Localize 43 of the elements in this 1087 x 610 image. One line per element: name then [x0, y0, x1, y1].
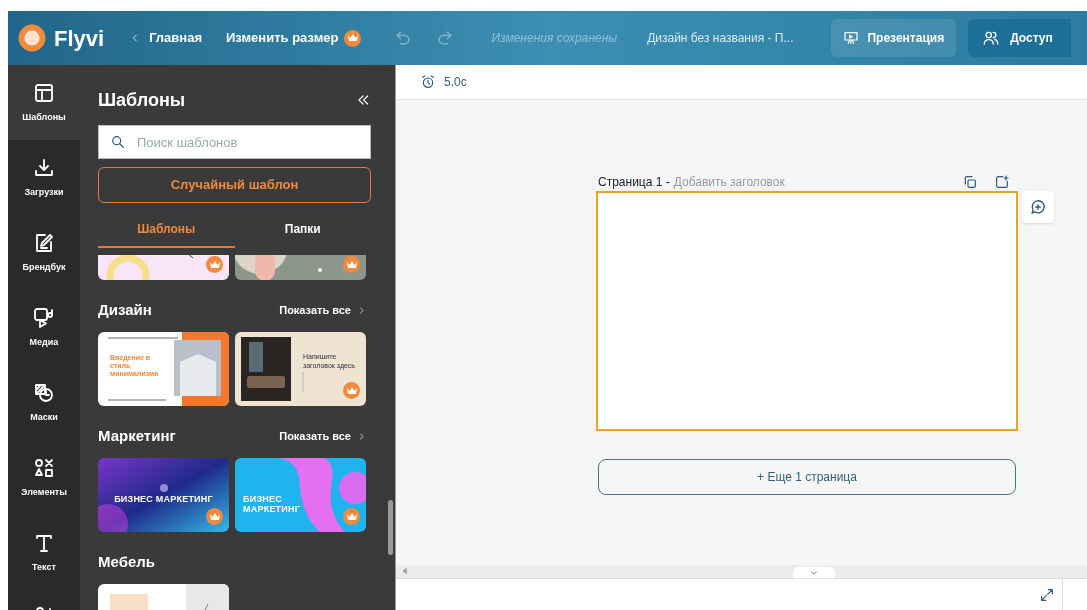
duration-label[interactable]: 5.0с — [444, 73, 467, 91]
duplicate-icon — [962, 174, 978, 190]
panel-tab[interactable]: Папки — [234, 211, 371, 248]
section-title: Маркетинг — [98, 426, 176, 446]
search-icon — [110, 134, 126, 150]
template-title: БИЗНЕС МАРКЕТИНГ — [113, 494, 214, 504]
presentation-button[interactable]: Презентация — [831, 19, 957, 57]
section-title: Мебель — [98, 552, 155, 572]
page-label: Страница 1 - — [598, 174, 670, 191]
users-icon — [982, 29, 1001, 47]
scroll-left-icon — [401, 567, 409, 575]
template-title: БИЗНЕС МАРКЕТИНГ — [243, 494, 302, 514]
resize-button[interactable]: Изменить размер — [226, 28, 339, 48]
alarm-clock-icon — [420, 74, 436, 90]
add-comment-button[interactable] — [1022, 191, 1054, 223]
home-link[interactable]: Главная — [130, 28, 202, 48]
template-thumbnail[interactable] — [98, 458, 229, 532]
template-thumbnail[interactable] — [235, 332, 366, 406]
home-link-text[interactable]: Главная — [149, 28, 202, 48]
app-logo-text: Flyvi — [54, 24, 105, 53]
collapse-notes-button[interactable] — [793, 567, 835, 578]
template-thumbnail[interactable] — [235, 458, 366, 532]
show-all-link[interactable]: Показать все — [279, 298, 366, 322]
chevron-right-icon — [357, 431, 366, 441]
random-template-button[interactable]: Случайный шаблон — [98, 167, 371, 203]
scrollbar-thumb[interactable] — [388, 500, 393, 555]
media-icon — [32, 305, 56, 330]
fullscreen-icon[interactable] — [1039, 586, 1055, 603]
search-field[interactable]: Поиск шаблонов — [98, 125, 371, 159]
panel-tab[interactable]: Шаблоны — [98, 211, 235, 248]
section-title: Дизайн — [98, 300, 152, 320]
sidebar-item[interactable]: Шаблоны — [8, 65, 80, 140]
add-page-icon — [994, 174, 1010, 190]
presentation-icon — [843, 30, 860, 46]
panel-title: Шаблоны — [98, 88, 186, 112]
show-all-link[interactable]: Показать все — [279, 424, 366, 448]
save-status: Изменения сохранены — [491, 30, 618, 47]
add-page-button[interactable]: + Еще 1 страница — [598, 459, 1016, 495]
comment-plus-icon — [1029, 198, 1047, 216]
template-thumbnail[interactable] — [98, 332, 229, 406]
share-button[interactable]: Доступ — [968, 19, 1071, 57]
chevron-right-icon — [357, 305, 366, 315]
logo-icon — [18, 24, 46, 52]
